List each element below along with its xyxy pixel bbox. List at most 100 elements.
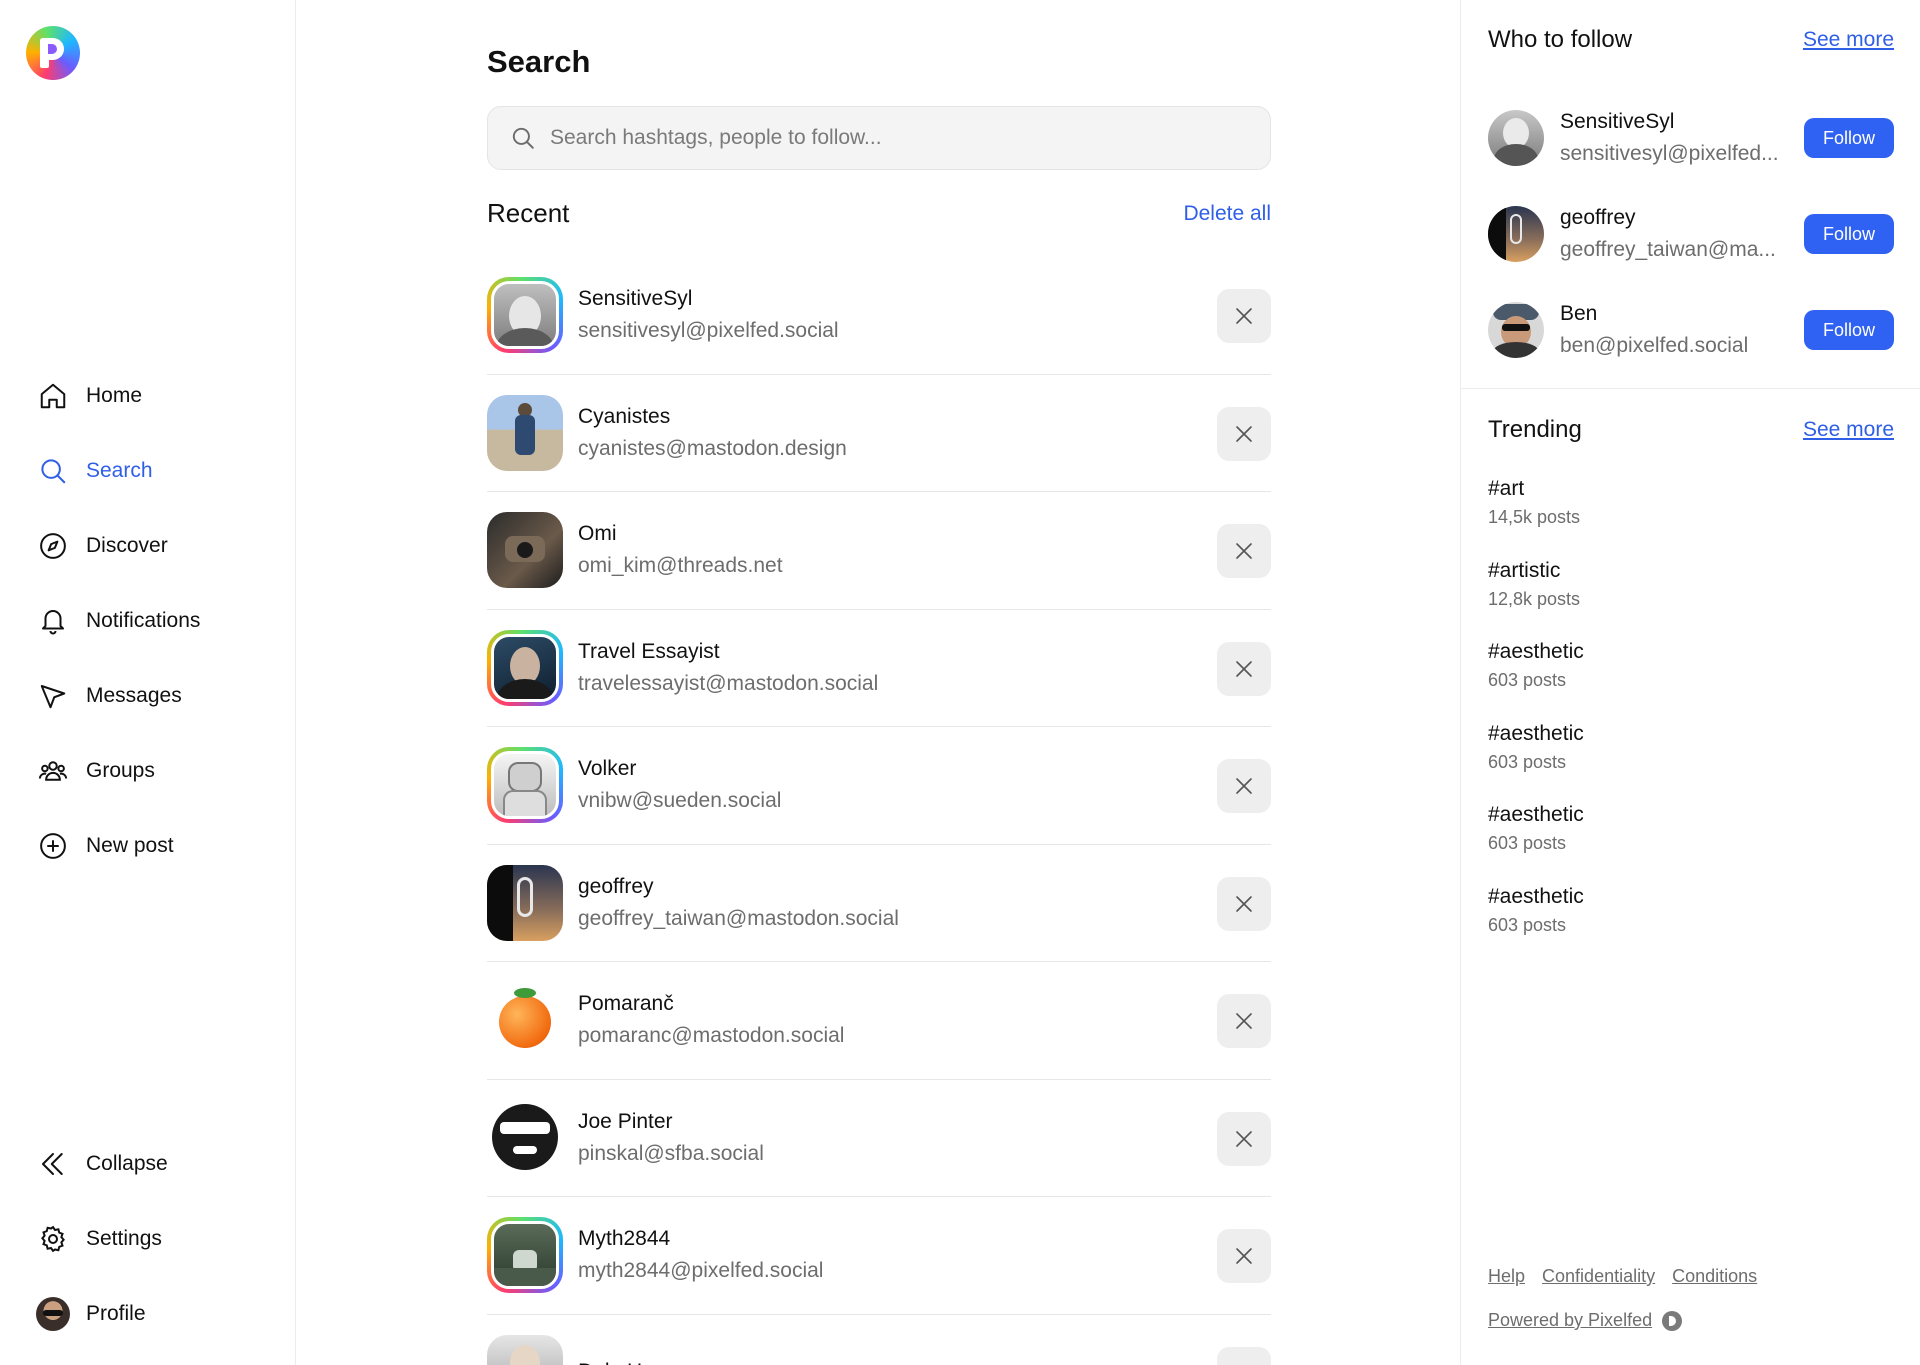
nav-label: New post: [86, 833, 174, 857]
chevrons-left-icon: [36, 1147, 70, 1181]
powered-by-link[interactable]: Powered by Pixelfed: [1488, 1310, 1683, 1331]
conditions-link[interactable]: Conditions: [1672, 1266, 1757, 1287]
list-item[interactable]: geoffrey geoffrey_taiwan@mastodon.social: [487, 845, 1271, 962]
gear-icon: [36, 1222, 70, 1256]
who-to-follow-header: Who to follow See more: [1488, 26, 1894, 54]
user-name: Myth2844: [578, 1227, 671, 1251]
nav-label: Profile: [86, 1301, 146, 1325]
user-handle: ben@pixelfed.social: [1560, 334, 1749, 357]
trending-item[interactable]: #aesthetic 603 posts: [1488, 882, 1894, 964]
section-divider: [1461, 388, 1920, 389]
trending-item[interactable]: #aesthetic 603 posts: [1488, 637, 1894, 719]
remove-button[interactable]: [1217, 759, 1271, 813]
remove-button[interactable]: [1217, 289, 1271, 343]
nav-item-settings[interactable]: Settings: [36, 1201, 276, 1276]
post-count: 603 posts: [1488, 833, 1567, 853]
follow-suggestion[interactable]: Ben ben@pixelfed.social Follow: [1488, 282, 1894, 378]
see-more-link[interactable]: See more: [1803, 418, 1894, 442]
search-input[interactable]: [550, 126, 1250, 150]
close-icon: [1236, 425, 1252, 442]
follow-button[interactable]: Follow: [1804, 214, 1894, 254]
nav-item-search[interactable]: Search: [36, 433, 276, 508]
right-sidebar: Who to follow See more SensitiveSyl sens…: [1460, 0, 1920, 1365]
main-nav: Home Search Discover Notifications Messa…: [36, 358, 276, 883]
hashtag: #aesthetic: [1488, 640, 1584, 663]
list-item[interactable]: Myth2844 myth2844@pixelfed.social: [487, 1197, 1271, 1315]
remove-button[interactable]: [1217, 1111, 1271, 1166]
pixelfed-logo-icon: [1662, 1310, 1683, 1331]
nav-item-profile[interactable]: Profile: [36, 1276, 276, 1351]
list-item[interactable]: Joe Pinter pinskal@sfba.social: [487, 1080, 1271, 1197]
nav-item-discover[interactable]: Discover: [36, 508, 276, 583]
avatar: [487, 629, 563, 706]
user-handle: cyanistes@mastodon.design: [578, 436, 847, 460]
avatar: [1488, 302, 1544, 358]
user-handle: pinskal@sfba.social: [578, 1141, 764, 1165]
avatar: [487, 512, 563, 589]
user-handle: sensitivesyl@pixelfed.social: [578, 319, 839, 343]
page-title: Search: [487, 44, 591, 79]
close-icon: [1236, 543, 1252, 559]
remove-button[interactable]: [1217, 641, 1271, 696]
nav-item-messages[interactable]: Messages: [36, 658, 276, 733]
nav-label: Discover: [86, 533, 168, 557]
delete-all-link[interactable]: Delete all: [1183, 202, 1271, 226]
pixelfed-logo[interactable]: [26, 26, 80, 80]
hashtag: #aesthetic: [1488, 721, 1584, 745]
user-name: Omi: [578, 522, 617, 546]
remove-button[interactable]: [1217, 876, 1271, 931]
trending-item[interactable]: #aesthetic 603 posts: [1488, 719, 1894, 801]
list-item[interactable]: Pomaranč pomaranc@mastodon.social: [487, 962, 1271, 1080]
close-icon: [1236, 895, 1252, 912]
nav-label: Collapse: [86, 1151, 168, 1175]
list-item[interactable]: Cyanistes cyanistes@mastodon.design: [487, 375, 1271, 492]
search-field[interactable]: [487, 106, 1271, 170]
follow-suggestion[interactable]: geoffrey geoffrey_taiwan@ma... Follow: [1488, 186, 1894, 282]
help-link[interactable]: Help: [1488, 1266, 1525, 1287]
avatar: [487, 1217, 563, 1294]
nav-item-groups[interactable]: Groups: [36, 733, 276, 808]
recent-title: Recent: [487, 198, 570, 228]
avatar: [1488, 206, 1544, 262]
hashtag: #art: [1488, 477, 1525, 500]
list-item[interactable]: SensitiveSyl sensitivesyl@pixelfed.socia…: [487, 257, 1271, 375]
user-handle: omi_kim@threads.net: [578, 554, 783, 578]
remove-button[interactable]: [1217, 524, 1271, 578]
send-icon: [36, 679, 70, 713]
confidentiality-link[interactable]: Confidentiality: [1542, 1266, 1655, 1287]
user-handle: myth2844@pixelfed.social: [578, 1259, 824, 1283]
nav-item-collapse[interactable]: Collapse: [36, 1126, 276, 1201]
nav-item-home[interactable]: Home: [36, 358, 276, 433]
remove-button[interactable]: [1217, 1346, 1271, 1365]
list-item[interactable]: Dale Harvey: [487, 1315, 1271, 1365]
post-count: 14,5k posts: [1488, 507, 1581, 527]
list-item[interactable]: Volker vnibw@sueden.social: [487, 727, 1271, 845]
trending-list: #art 14,5k posts #artistic 12,8k posts #…: [1488, 474, 1894, 963]
recent-list: SensitiveSyl sensitivesyl@pixelfed.socia…: [487, 257, 1271, 1365]
list-item[interactable]: Omi omi_kim@threads.net: [487, 492, 1271, 610]
user-handle: geoffrey_taiwan@ma...: [1560, 238, 1776, 261]
follow-button[interactable]: Follow: [1804, 118, 1894, 158]
search-icon: [36, 454, 70, 488]
close-icon: [1236, 660, 1252, 677]
post-count: 603 posts: [1488, 914, 1567, 935]
remove-button[interactable]: [1217, 994, 1271, 1048]
see-more-link[interactable]: See more: [1803, 28, 1894, 52]
bell-icon: [36, 604, 70, 638]
follow-button[interactable]: Follow: [1804, 310, 1894, 350]
remove-button[interactable]: [1217, 406, 1271, 461]
nav-item-new-post[interactable]: New post: [36, 808, 276, 883]
follow-suggestion[interactable]: SensitiveSyl sensitivesyl@pixelfed... Fo…: [1488, 90, 1894, 186]
trending-item[interactable]: #aesthetic 603 posts: [1488, 800, 1894, 882]
remove-button[interactable]: [1217, 1229, 1271, 1283]
list-item[interactable]: Travel Essayist travelessayist@mastodon.…: [487, 610, 1271, 727]
trending-item[interactable]: #artistic 12,8k posts: [1488, 556, 1894, 638]
user-handle: geoffrey_taiwan@mastodon.social: [578, 906, 899, 930]
groups-icon: [36, 754, 70, 788]
trending-item[interactable]: #art 14,5k posts: [1488, 474, 1894, 556]
post-count: 603 posts: [1488, 751, 1567, 772]
logo-glyph: [40, 38, 66, 68]
user-name: Ben: [1560, 302, 1598, 325]
nav-item-notifications[interactable]: Notifications: [36, 583, 276, 658]
user-name: Joe Pinter: [578, 1109, 673, 1133]
